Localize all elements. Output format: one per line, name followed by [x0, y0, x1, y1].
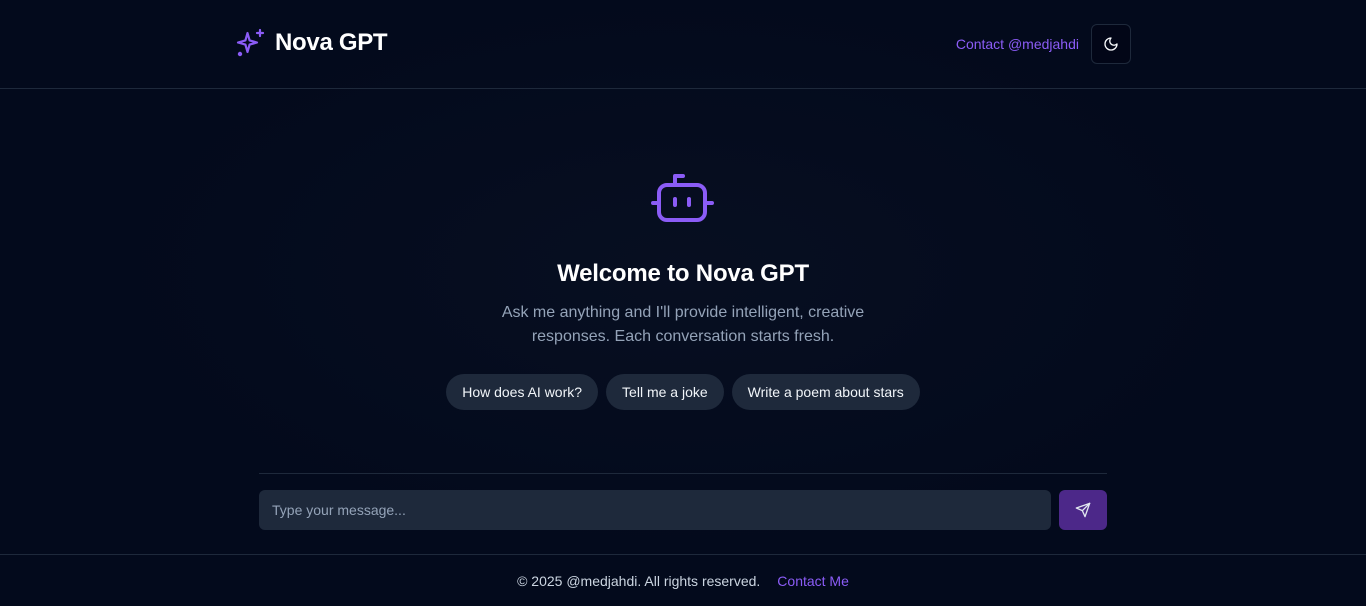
suggestion-chip[interactable]: Write a poem about stars [731, 374, 920, 410]
suggestion-chips: How does AI work? Tell me a joke Write a… [446, 374, 920, 410]
bot-icon [651, 174, 714, 222]
contact-link[interactable]: Contact @medjahdi [956, 36, 1079, 52]
brand-name: Nova GPT [275, 29, 388, 56]
footer-contact-link[interactable]: Contact Me [777, 573, 849, 589]
app-page: Nova GPT Contact @medjahdi Welcome to No… [0, 0, 1366, 606]
copyright-text: © 2025 @medjahdi. All rights reserved. [517, 572, 761, 589]
suggestion-chip[interactable]: Tell me a joke [606, 374, 724, 410]
send-button[interactable] [1059, 490, 1107, 530]
header-actions: Contact @medjahdi [956, 24, 1131, 64]
send-icon [1075, 502, 1091, 518]
moon-icon [1104, 37, 1118, 51]
welcome-subtitle: Ask me anything and I'll provide intelli… [501, 304, 865, 345]
welcome-title: Welcome to Nova GPT [557, 260, 809, 287]
footer: © 2025 @medjahdi. All rights reserved. C… [0, 554, 1366, 606]
message-input[interactable] [259, 490, 1051, 530]
composer-divider [259, 473, 1107, 474]
top-header: Nova GPT Contact @medjahdi [0, 0, 1366, 89]
welcome-section: Welcome to Nova GPT Ask me anything and … [0, 170, 1366, 410]
suggestion-chip[interactable]: How does AI work? [446, 374, 599, 410]
sparkles-icon [236, 28, 265, 57]
theme-toggle-button[interactable] [1091, 24, 1131, 64]
brand[interactable]: Nova GPT [235, 27, 388, 59]
